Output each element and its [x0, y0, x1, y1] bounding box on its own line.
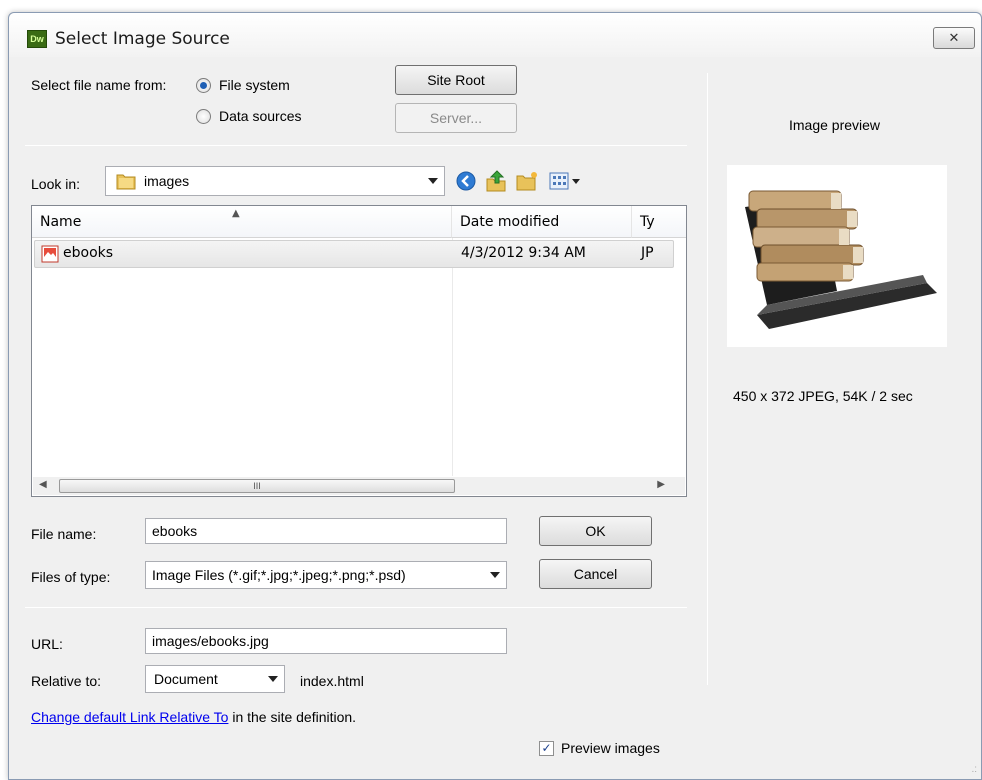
- image-file-icon: [41, 245, 59, 263]
- dialog-title: Select Image Source: [55, 29, 230, 49]
- sort-ascending-icon: ▲: [232, 208, 240, 219]
- column-type-label: Ty: [640, 214, 655, 230]
- file-name-cell: ebooks: [63, 245, 114, 261]
- folder-icon: [116, 174, 136, 190]
- relative-to-dropdown[interactable]: Document: [145, 665, 285, 693]
- file-date-cell: 4/3/2012 9:34 AM: [461, 245, 586, 261]
- scroll-left-icon[interactable]: ◀: [39, 479, 47, 490]
- column-header-name[interactable]: Name ▲: [32, 206, 452, 238]
- look-in-label: Look in:: [31, 176, 81, 192]
- scroll-grip-icon: III: [253, 481, 261, 491]
- look-in-dropdown[interactable]: images: [105, 166, 445, 196]
- site-root-button[interactable]: Site Root: [395, 65, 517, 95]
- file-name-label: File name:: [31, 526, 97, 542]
- server-button[interactable]: Server...: [395, 103, 517, 133]
- relative-to-label: Relative to:: [31, 673, 102, 689]
- horizontal-scrollbar[interactable]: ◀ III ▶: [33, 477, 685, 495]
- column-header-date[interactable]: Date modified: [452, 206, 632, 238]
- close-button[interactable]: ✕: [933, 27, 975, 49]
- file-system-label[interactable]: File system: [219, 77, 290, 93]
- files-of-type-label: Files of type:: [31, 569, 111, 585]
- relative-file-name: index.html: [300, 673, 364, 689]
- url-input[interactable]: [145, 628, 507, 654]
- divider-bottom: [25, 607, 687, 608]
- view-menu-icon[interactable]: [549, 171, 583, 191]
- ebooks-preview-image: [745, 190, 937, 329]
- change-default-link-relative-link[interactable]: Change default Link Relative To: [31, 709, 228, 725]
- url-label: URL:: [31, 636, 63, 652]
- preview-images-label[interactable]: Preview images: [561, 740, 660, 756]
- relative-to-value: Document: [154, 671, 218, 687]
- data-sources-label[interactable]: Data sources: [219, 108, 301, 124]
- ok-button[interactable]: OK: [539, 516, 652, 546]
- table-row[interactable]: ebooks 4/3/2012 9:34 AM JP: [34, 240, 674, 268]
- chevron-down-icon: [268, 676, 278, 682]
- image-info-text: 450 x 372 JPEG, 54K / 2 sec: [733, 388, 913, 404]
- close-icon: ✕: [948, 30, 960, 45]
- file-type-cell: JP: [641, 245, 654, 261]
- divider-top: [25, 145, 687, 146]
- chevron-down-icon: [428, 178, 438, 184]
- link-relative-note: Change default Link Relative To in the s…: [31, 709, 356, 725]
- look-in-folder-name: images: [144, 173, 190, 189]
- image-preview-heading: Image preview: [789, 117, 881, 133]
- link-relative-note-text: in the site definition.: [228, 709, 357, 725]
- dreamweaver-app-icon: Dw: [27, 30, 47, 48]
- column-separator: [452, 238, 453, 476]
- data-sources-radio[interactable]: [196, 109, 211, 124]
- select-image-source-dialog: Dw Select Image Source ✕ Select file nam…: [8, 12, 982, 780]
- column-header-type[interactable]: Ty: [632, 206, 686, 238]
- file-system-radio[interactable]: [196, 78, 211, 93]
- up-folder-icon[interactable]: [485, 169, 507, 193]
- scroll-right-icon[interactable]: ▶: [657, 479, 665, 490]
- file-list[interactable]: Name ▲ Date modified Ty ebooks 4/3/2012 …: [31, 205, 687, 497]
- column-name-label: Name: [40, 214, 82, 230]
- resize-grip-icon[interactable]: .:: [971, 764, 977, 775]
- preview-images-checkbox[interactable]: ✓: [539, 741, 554, 756]
- file-name-input[interactable]: [145, 518, 507, 544]
- cancel-button[interactable]: Cancel: [539, 559, 652, 589]
- files-of-type-value: Image Files (*.gif;*.jpg;*.jpeg;*.png;*.…: [152, 567, 406, 583]
- files-of-type-dropdown[interactable]: Image Files (*.gif;*.jpg;*.jpeg;*.png;*.…: [145, 561, 507, 589]
- vertical-divider: [707, 73, 708, 685]
- new-folder-icon[interactable]: [515, 170, 539, 192]
- image-preview: [727, 165, 947, 347]
- select-file-name-from-label: Select file name from:: [31, 77, 167, 93]
- column-date-label: Date modified: [460, 214, 560, 230]
- scroll-thumb[interactable]: III: [59, 479, 455, 493]
- title-bar: Dw Select Image Source ✕: [9, 13, 981, 57]
- chevron-down-icon: [490, 572, 500, 578]
- back-icon[interactable]: [455, 170, 477, 192]
